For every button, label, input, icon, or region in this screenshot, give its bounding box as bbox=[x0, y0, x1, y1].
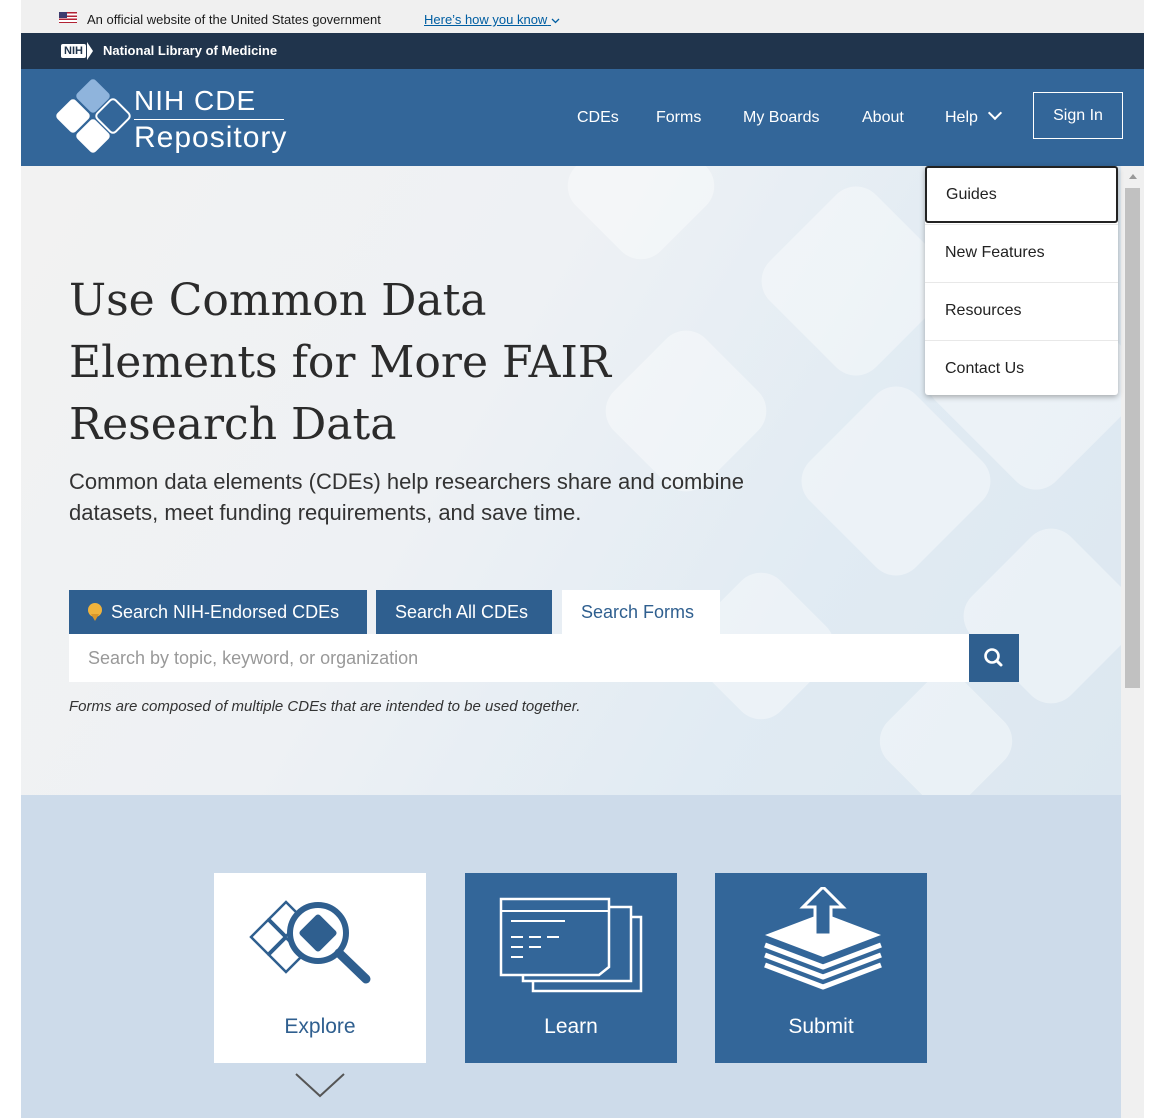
vertical-scrollbar[interactable] bbox=[1121, 166, 1144, 1118]
search-input[interactable] bbox=[69, 634, 969, 682]
submit-card[interactable]: Submit bbox=[715, 873, 927, 1063]
site-header: NIH CDE Repository CDEs Forms My Boards … bbox=[21, 69, 1144, 166]
explore-card-label: Explore bbox=[284, 1015, 356, 1038]
help-menu-item-new-features[interactable]: New Features bbox=[925, 224, 1118, 281]
sign-in-button[interactable]: Sign In bbox=[1033, 92, 1123, 139]
award-ribbon-icon bbox=[88, 603, 102, 621]
submit-card-label: Submit bbox=[788, 1015, 854, 1038]
logo-title-line2: Repository bbox=[134, 121, 288, 154]
gov-banner-link-label: Here’s how you know bbox=[424, 12, 548, 27]
tab-search-all-cdes[interactable]: Search All CDEs bbox=[376, 590, 552, 634]
tab-label: Search All CDEs bbox=[395, 601, 529, 622]
us-flag-icon bbox=[59, 12, 77, 23]
nav-help-label: Help bbox=[945, 109, 978, 126]
scrollbar-thumb[interactable] bbox=[1125, 188, 1140, 688]
logo-divider bbox=[134, 119, 284, 120]
hero-bg-shape bbox=[556, 166, 726, 271]
nlm-bar: NIH National Library of Medicine bbox=[21, 33, 1144, 69]
tab-label: Search Forms bbox=[581, 601, 695, 622]
nav-cdes[interactable]: CDEs bbox=[577, 109, 619, 127]
tab-label: Search NIH-Endorsed CDEs bbox=[111, 601, 340, 622]
hero-subtitle: Common data elements (CDEs) help researc… bbox=[69, 469, 744, 525]
scroll-up-arrow-icon[interactable] bbox=[1129, 174, 1137, 179]
gov-banner-link[interactable]: Here’s how you know bbox=[424, 12, 560, 27]
hero-bg-shape bbox=[952, 517, 1121, 715]
learn-card-label: Learn bbox=[544, 1015, 598, 1038]
help-dropdown-menu: Guides New Features Resources Contact Us bbox=[925, 166, 1118, 395]
search-button[interactable] bbox=[969, 634, 1019, 682]
tab-search-nih-endorsed-cdes[interactable]: Search NIH-Endorsed CDEs bbox=[69, 590, 367, 634]
help-menu-item-resources[interactable]: Resources bbox=[925, 282, 1118, 339]
help-menu-item-guides[interactable]: Guides bbox=[925, 166, 1118, 223]
nav-forms[interactable]: Forms bbox=[656, 109, 701, 127]
nav-my-boards[interactable]: My Boards bbox=[743, 109, 819, 127]
explore-card[interactable]: Explore bbox=[214, 873, 426, 1063]
chevron-down-icon bbox=[987, 105, 1002, 121]
documents-icon bbox=[499, 897, 643, 993]
upload-stack-icon bbox=[764, 887, 882, 990]
magnifier-icon bbox=[249, 900, 371, 984]
search-icon bbox=[984, 648, 1003, 667]
chevron-down-icon[interactable] bbox=[294, 1072, 346, 1098]
repository-logo-icon[interactable] bbox=[54, 79, 134, 159]
nlm-title[interactable]: National Library of Medicine bbox=[103, 43, 277, 58]
nav-help[interactable]: Help bbox=[945, 105, 1002, 127]
learn-card[interactable]: Learn bbox=[465, 873, 677, 1063]
logo-title-line1: NIH CDE bbox=[134, 85, 257, 116]
search-hint: Forms are composed of multiple CDEs that… bbox=[69, 698, 581, 715]
gov-banner: An official website of the United States… bbox=[21, 0, 1144, 33]
chevron-down-icon bbox=[551, 18, 560, 24]
nih-logo[interactable]: NIH bbox=[61, 42, 93, 60]
nav-about[interactable]: About bbox=[862, 109, 904, 127]
nih-badge: NIH bbox=[61, 44, 86, 58]
tab-search-forms[interactable]: Search Forms bbox=[562, 590, 720, 634]
nih-chevron-icon bbox=[86, 42, 93, 60]
gov-banner-text: An official website of the United States… bbox=[87, 12, 381, 27]
help-menu-item-contact-us[interactable]: Contact Us bbox=[925, 340, 1118, 397]
hero-bg-shape bbox=[868, 663, 1024, 795]
feature-cards-section: Explore Learn Submit bbox=[21, 795, 1121, 1118]
hero-title: Use Common Data Elements for More FAIR R… bbox=[69, 275, 611, 450]
page: An official website of the United States… bbox=[21, 0, 1144, 1118]
